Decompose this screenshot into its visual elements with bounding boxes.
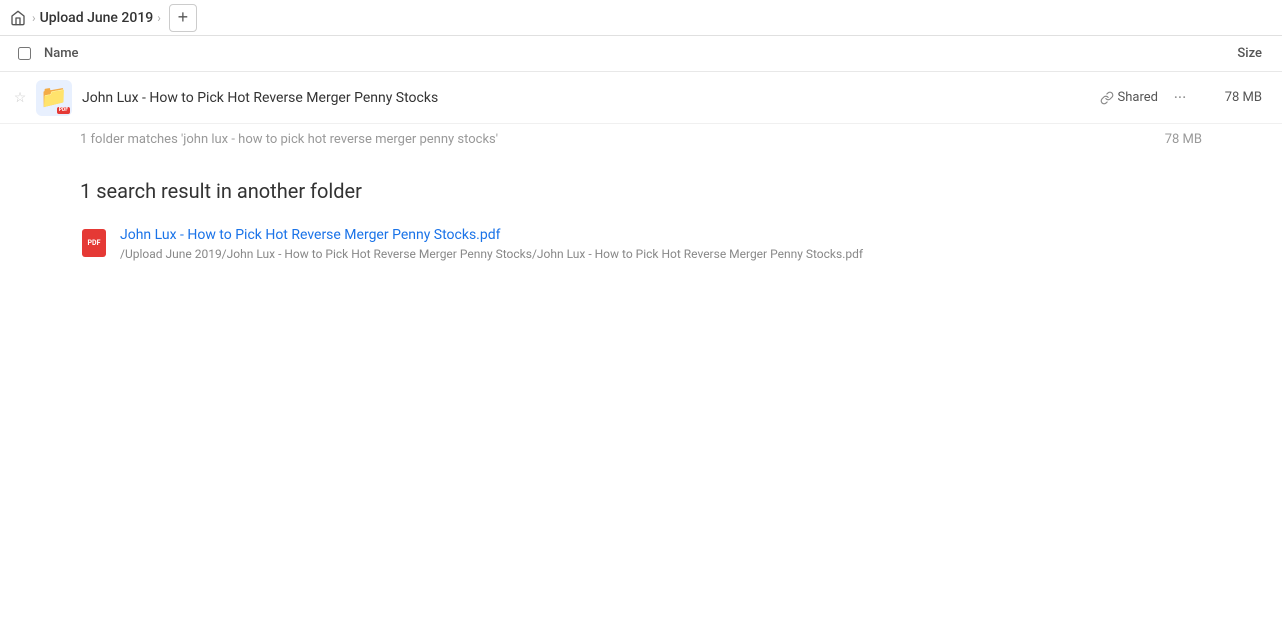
pdf-icon: PDF: [82, 229, 106, 257]
breadcrumb-separator: ›: [32, 11, 36, 25]
pdf-badge: PDF: [57, 107, 70, 114]
results-list: PDF John Lux - How to Pick Hot Reverse M…: [0, 219, 1282, 269]
breadcrumb-bar: › Upload June 2019 › +: [0, 0, 1282, 36]
result-text: John Lux - How to Pick Hot Reverse Merge…: [120, 227, 863, 261]
add-button[interactable]: +: [169, 4, 197, 32]
folder-actions: Shared ···: [1100, 84, 1194, 112]
shared-badge[interactable]: Shared: [1100, 90, 1158, 105]
breadcrumb-title[interactable]: Upload June 2019: [40, 10, 154, 26]
link-icon: [1100, 91, 1114, 105]
home-icon[interactable]: [8, 8, 28, 28]
header-checkbox[interactable]: [8, 47, 40, 60]
folder-name: John Lux - How to Pick Hot Reverse Merge…: [72, 90, 1100, 106]
shared-label: Shared: [1118, 90, 1158, 105]
match-count-size: 78 MB: [1165, 132, 1202, 147]
column-header-row: Name Size: [0, 36, 1282, 72]
result-path: /Upload June 2019/John Lux - How to Pick…: [120, 247, 863, 261]
result-filename: John Lux - How to Pick Hot Reverse Merge…: [120, 227, 863, 243]
match-count-text: 1 folder matches 'john lux - how to pick…: [80, 132, 498, 147]
star-icon[interactable]: ☆: [8, 90, 32, 106]
match-count-row: 1 folder matches 'john lux - how to pick…: [0, 124, 1282, 155]
list-item[interactable]: PDF John Lux - How to Pick Hot Reverse M…: [0, 219, 1282, 269]
breadcrumb-separator-2: ›: [157, 11, 161, 25]
column-name-label: Name: [40, 46, 1194, 61]
folder-icon: 📁 PDF: [36, 80, 72, 116]
folder-size: 78 MB: [1194, 90, 1274, 105]
more-options-button[interactable]: ···: [1166, 84, 1194, 112]
select-all-checkbox[interactable]: [18, 47, 31, 60]
column-size-label: Size: [1194, 46, 1274, 61]
section-heading: 1 search result in another folder: [0, 155, 1282, 219]
folder-row[interactable]: ☆ 📁 PDF John Lux - How to Pick Hot Rever…: [0, 72, 1282, 124]
pdf-icon-wrap: PDF: [80, 229, 108, 257]
